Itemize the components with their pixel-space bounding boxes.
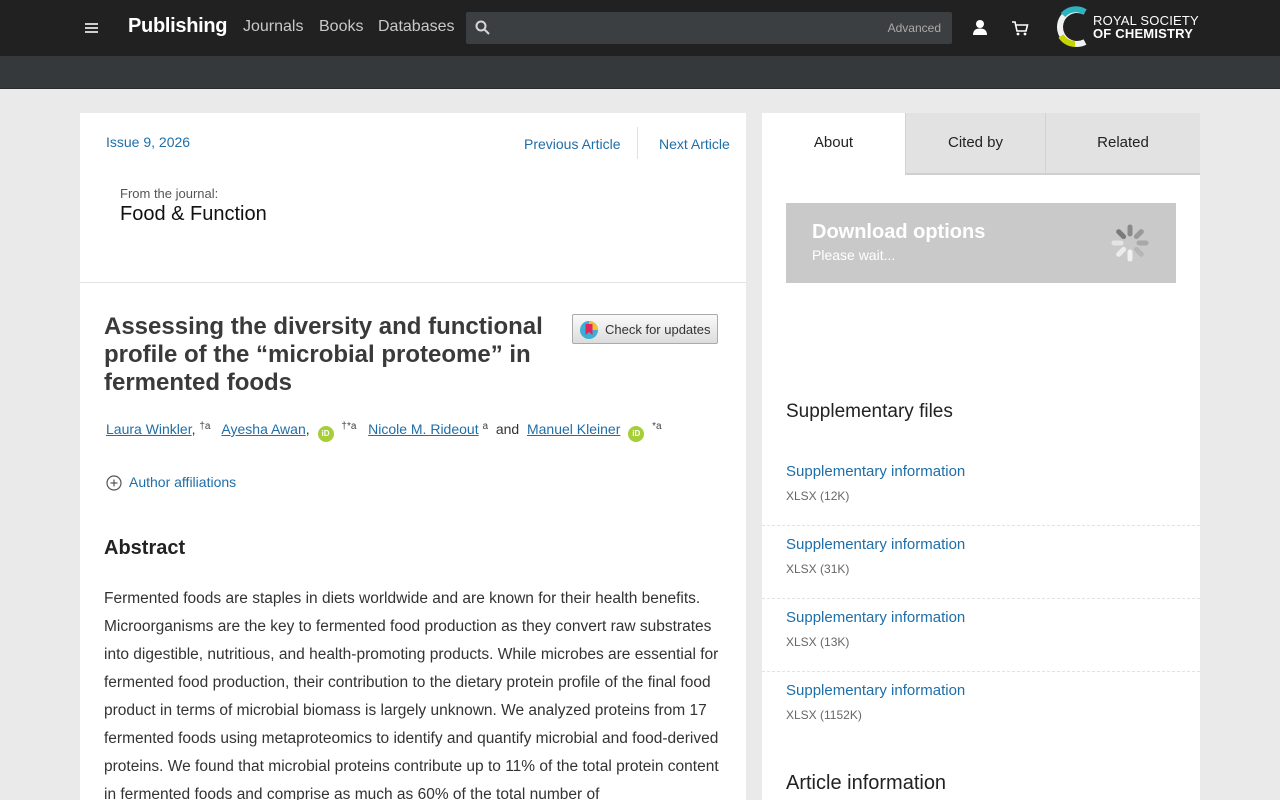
- author-marks: a: [482, 421, 489, 432]
- supplementary-file-link[interactable]: Supplementary information: [786, 609, 965, 626]
- tab-about[interactable]: About: [762, 113, 905, 175]
- sidebar-tabs: About Cited by Related: [762, 113, 1200, 175]
- author-marks: †*a: [341, 421, 357, 432]
- top-navigation-bar: Publishing Journals Books Databases Adva…: [0, 0, 1280, 56]
- supplementary-files-heading: Supplementary files: [786, 401, 953, 422]
- article-panel: Issue 9, 2026 Previous Article Next Arti…: [80, 113, 746, 800]
- rsc-logo[interactable]: ROYAL SOCIETY OF CHEMISTRY: [1055, 5, 1201, 49]
- author-marks: *a: [652, 421, 662, 432]
- and-separator: and: [495, 421, 520, 437]
- article-information-heading: Article information: [786, 772, 947, 794]
- journal-name[interactable]: Food & Function: [120, 203, 267, 226]
- supplementary-file-meta: XLSX (12K): [786, 489, 850, 503]
- secondary-bar: [0, 56, 1280, 89]
- rsc-logo-line2: OF CHEMISTRY: [1093, 26, 1194, 41]
- from-journal-label: From the journal:: [120, 186, 219, 201]
- author-affiliations-label: Author affiliations: [129, 474, 237, 490]
- article-sidebar: About Cited by Related Download options …: [762, 113, 1200, 800]
- hamburger-menu-icon[interactable]: [80, 16, 104, 40]
- rsc-logo-mark-icon: [1057, 6, 1087, 47]
- check-for-updates-button[interactable]: Check for updates: [572, 314, 718, 344]
- author-link[interactable]: Nicole M. Rideout: [368, 421, 479, 437]
- abstract-text: Fermented foods are staples in diets wor…: [104, 590, 719, 800]
- download-options-button[interactable]: Download options Please wait...: [786, 203, 1176, 283]
- supplementary-file-item: Supplementary information XLSX (31K): [762, 526, 1200, 599]
- brand-logo[interactable]: Publishing: [128, 15, 228, 38]
- cart-icon[interactable]: [1010, 18, 1030, 38]
- tab-related[interactable]: Related: [1045, 113, 1200, 175]
- supplementary-file-item: Supplementary information XLSX (13K): [762, 599, 1200, 672]
- download-options-title: Download options: [812, 221, 986, 243]
- author-marks: †a: [199, 421, 211, 432]
- supplementary-file-item: Supplementary information XLSX (1152K): [762, 672, 1200, 745]
- supplementary-file-link[interactable]: Supplementary information: [786, 536, 965, 553]
- supplementary-file-link[interactable]: Supplementary information: [786, 463, 965, 480]
- issue-link[interactable]: Issue 9, 2026: [106, 134, 190, 150]
- previous-article-link[interactable]: Previous Article: [524, 136, 620, 152]
- download-options-status: Please wait...: [812, 247, 896, 263]
- nav-books[interactable]: Books: [319, 18, 363, 36]
- tab-cited-by[interactable]: Cited by: [905, 113, 1045, 175]
- supplementary-file-meta: XLSX (31K): [786, 562, 850, 576]
- advanced-search-link[interactable]: Advanced: [888, 21, 941, 35]
- loading-spinner-icon: [1111, 224, 1149, 262]
- search-bar: Advanced: [466, 12, 952, 44]
- author-list: Laura Winkler, †a Ayesha Awan, iD †*a Ni…: [106, 421, 662, 442]
- supplementary-file-meta: XLSX (1152K): [786, 708, 862, 722]
- user-icon[interactable]: [970, 18, 990, 38]
- crossmark-icon: [580, 321, 598, 339]
- search-icon[interactable]: [474, 19, 492, 37]
- nav-divider: [637, 127, 638, 159]
- orcid-icon[interactable]: iD: [317, 426, 334, 442]
- plus-circle-icon: [106, 475, 122, 491]
- search-input[interactable]: [500, 16, 880, 40]
- article-header: Issue 9, 2026 Previous Article Next Arti…: [80, 113, 746, 283]
- orcid-icon[interactable]: iD: [628, 426, 645, 442]
- author-link[interactable]: Laura Winkler: [106, 421, 192, 437]
- supplementary-file-item: Supplementary information XLSX (12K): [762, 453, 1200, 526]
- check-for-updates-label: Check for updates: [605, 322, 711, 337]
- supplementary-file-meta: XLSX (13K): [786, 635, 850, 649]
- author-link[interactable]: Manuel Kleiner: [527, 421, 620, 437]
- next-article-link[interactable]: Next Article: [659, 136, 730, 152]
- article-title: Assessing the diversity and functional p…: [104, 313, 543, 396]
- author-link[interactable]: Ayesha Awan: [221, 421, 305, 437]
- nav-databases[interactable]: Databases: [378, 18, 455, 36]
- abstract-heading: Abstract: [104, 537, 186, 559]
- nav-journals[interactable]: Journals: [243, 18, 303, 36]
- supplementary-file-link[interactable]: Supplementary information: [786, 682, 965, 699]
